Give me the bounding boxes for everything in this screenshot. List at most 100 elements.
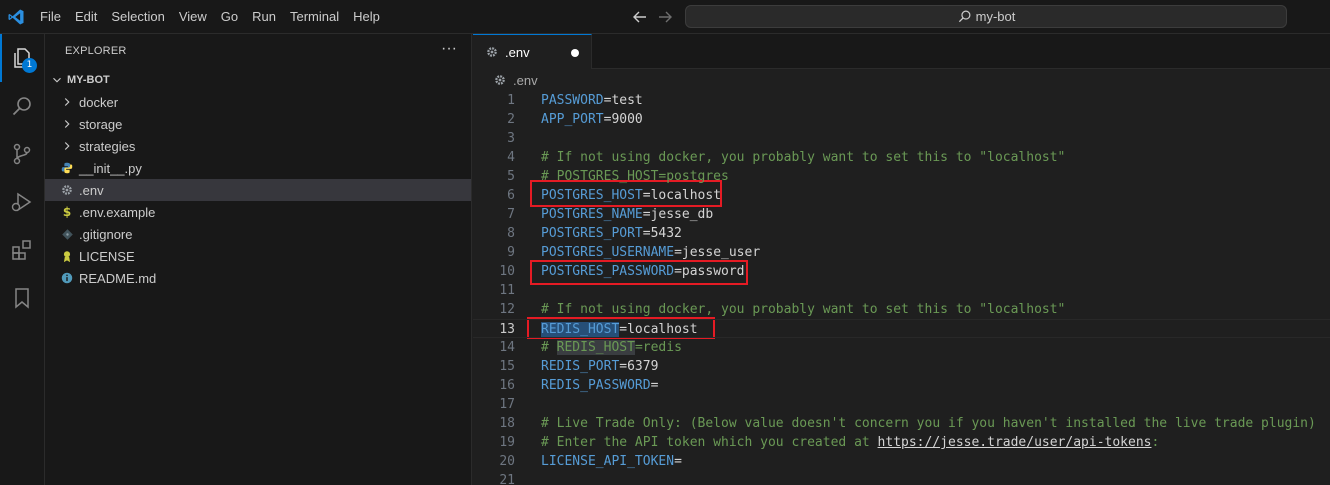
code-line[interactable]: 9 POSTGRES_USERNAME=jesse_user: [473, 243, 1330, 262]
search-activity-button[interactable]: [0, 82, 45, 130]
code-text: POSTGRES_HOST=localhost: [541, 186, 721, 205]
chevron-right-icon: [59, 138, 75, 154]
file-item[interactable]: .env: [45, 179, 471, 201]
code-text: PASSWORD=test: [541, 91, 643, 110]
equals-sign: =: [642, 188, 651, 203]
gear-icon: [59, 182, 75, 198]
comment: #: [541, 340, 557, 355]
command-center-search[interactable]: my-bot: [685, 5, 1287, 28]
file-item[interactable]: .gitignore: [45, 223, 471, 245]
search-icon: [12, 97, 31, 116]
unsaved-dot-icon[interactable]: [571, 49, 579, 57]
code-text: REDIS_PASSWORD=: [541, 376, 658, 395]
file-item[interactable]: __init__.py: [45, 157, 471, 179]
code-line[interactable]: 10 POSTGRES_PASSWORD=password: [473, 262, 1330, 281]
forward-arrow-icon[interactable]: [656, 8, 674, 26]
menu-item-help[interactable]: Help: [353, 0, 380, 34]
env-value: 5432: [650, 226, 682, 241]
folder-item[interactable]: storage: [45, 113, 471, 135]
folder-item[interactable]: docker: [45, 91, 471, 113]
equals-sign: =: [642, 226, 651, 241]
env-value: localhost: [650, 188, 722, 203]
equals-sign: =: [642, 207, 651, 222]
code-line[interactable]: 12 # If not using docker, you probably wa…: [473, 300, 1330, 319]
code-line[interactable]: 18 # Live Trade Only: (Below value doesn'…: [473, 414, 1330, 433]
explorer-activity-button[interactable]: 1: [0, 34, 45, 82]
code-line[interactable]: 13 REDIS_HOST=localhost: [473, 319, 1330, 338]
git-icon: [59, 226, 75, 242]
code-line[interactable]: 17: [473, 395, 1330, 414]
tree-item-label: storage: [79, 116, 123, 132]
line-number: 10: [499, 264, 515, 279]
code-text: # Enter the API token which you created …: [541, 433, 1159, 452]
line-number: 11: [499, 283, 515, 298]
extensions-activity-button[interactable]: [0, 226, 45, 274]
code-line[interactable]: 5 # POSTGRES_HOST=postgres: [473, 167, 1330, 186]
code-text: POSTGRES_PORT=5432: [541, 224, 682, 243]
gear-icon: [495, 75, 505, 85]
line-number: 15: [499, 359, 515, 374]
code-line[interactable]: 7 POSTGRES_NAME=jesse_db: [473, 205, 1330, 224]
code-line[interactable]: 14 # REDIS_HOST=redis: [473, 338, 1330, 357]
env-value: jesse_db: [650, 207, 714, 222]
env-key: POSTGRES_PORT: [541, 226, 643, 241]
source-control-activity-button[interactable]: [0, 130, 45, 178]
code-line[interactable]: 11: [473, 281, 1330, 300]
comment-link[interactable]: https://jesse.trade/user/api-tokens: [878, 435, 1152, 450]
code-line[interactable]: 4 # If not using docker, you probably wan…: [473, 148, 1330, 167]
breadcrumb: .env: [473, 69, 1330, 91]
code-line[interactable]: 19 # Enter the API token which you create…: [473, 433, 1330, 452]
env-key: POSTGRES_USERNAME: [541, 245, 675, 260]
menu-item-edit[interactable]: Edit: [75, 0, 97, 34]
more-actions-icon[interactable]: ···: [439, 39, 459, 59]
code-line[interactable]: 8 POSTGRES_PORT=5432: [473, 224, 1330, 243]
code-text: REDIS_PORT=6379: [541, 357, 658, 376]
menu-item-selection[interactable]: Selection: [111, 0, 164, 34]
menu-item-terminal[interactable]: Terminal: [290, 0, 339, 34]
back-arrow-icon[interactable]: [631, 8, 649, 26]
tab-env[interactable]: .env: [473, 34, 592, 69]
env-value: 6379: [627, 359, 659, 374]
env-key: REDIS_PASSWORD: [541, 378, 651, 393]
file-item[interactable]: README.md: [45, 267, 471, 289]
dollar-icon: $: [62, 205, 72, 219]
tree-item-label: .env: [79, 182, 104, 198]
code-text: # If not using docker, you probably want…: [541, 148, 1065, 167]
menu-item-run[interactable]: Run: [252, 0, 276, 34]
bookmarks-activity-button[interactable]: [0, 274, 45, 322]
file-item[interactable]: $ .env.example: [45, 201, 471, 223]
code-editor[interactable]: 1 PASSWORD=test 2 APP_PORT=9000 3 4 # If not u…: [473, 91, 1330, 485]
code-line[interactable]: 3: [473, 129, 1330, 148]
code-line[interactable]: 2 APP_PORT=9000: [473, 110, 1330, 129]
workspace-root-label: MY-BOT: [67, 74, 110, 86]
code-line[interactable]: 16 REDIS_PASSWORD=: [473, 376, 1330, 395]
code-text: # If not using docker, you probably want…: [541, 300, 1065, 319]
code-line[interactable]: 20 LICENSE_API_TOKEN=: [473, 452, 1330, 471]
breadcrumb-item[interactable]: .env: [513, 73, 538, 88]
file-item[interactable]: LICENSE: [45, 245, 471, 267]
workspace-root[interactable]: MY-BOT: [45, 69, 471, 91]
extensions-icon: [12, 240, 31, 260]
menu-item-file[interactable]: File: [40, 0, 61, 34]
menu-item-go[interactable]: Go: [221, 0, 238, 34]
code-text: # REDIS_HOST=redis: [541, 338, 682, 357]
code-line[interactable]: 1 PASSWORD=test: [473, 91, 1330, 110]
line-number: 20: [499, 454, 515, 469]
env-value: test: [611, 93, 643, 108]
run-debug-activity-button[interactable]: [0, 178, 45, 226]
vscode-logo-icon: [8, 9, 24, 25]
comment: # Live Trade Only: (Below value doesn't …: [541, 416, 1316, 431]
equals-sign: =: [619, 322, 628, 337]
tree-item-label: __init__.py: [79, 160, 142, 176]
gear-icon: [487, 47, 497, 57]
menu-item-view[interactable]: View: [179, 0, 207, 34]
code-line[interactable]: 6 POSTGRES_HOST=localhost: [473, 186, 1330, 205]
tree-item-label: docker: [79, 94, 119, 110]
line-number: 13: [499, 322, 515, 337]
folder-item[interactable]: strategies: [45, 135, 471, 157]
chevron-right-icon: [59, 116, 75, 132]
code-line[interactable]: 21: [473, 471, 1330, 485]
env-value: localhost: [627, 322, 698, 337]
code-line[interactable]: 15 REDIS_PORT=6379: [473, 357, 1330, 376]
code-text: APP_PORT=9000: [541, 110, 643, 129]
